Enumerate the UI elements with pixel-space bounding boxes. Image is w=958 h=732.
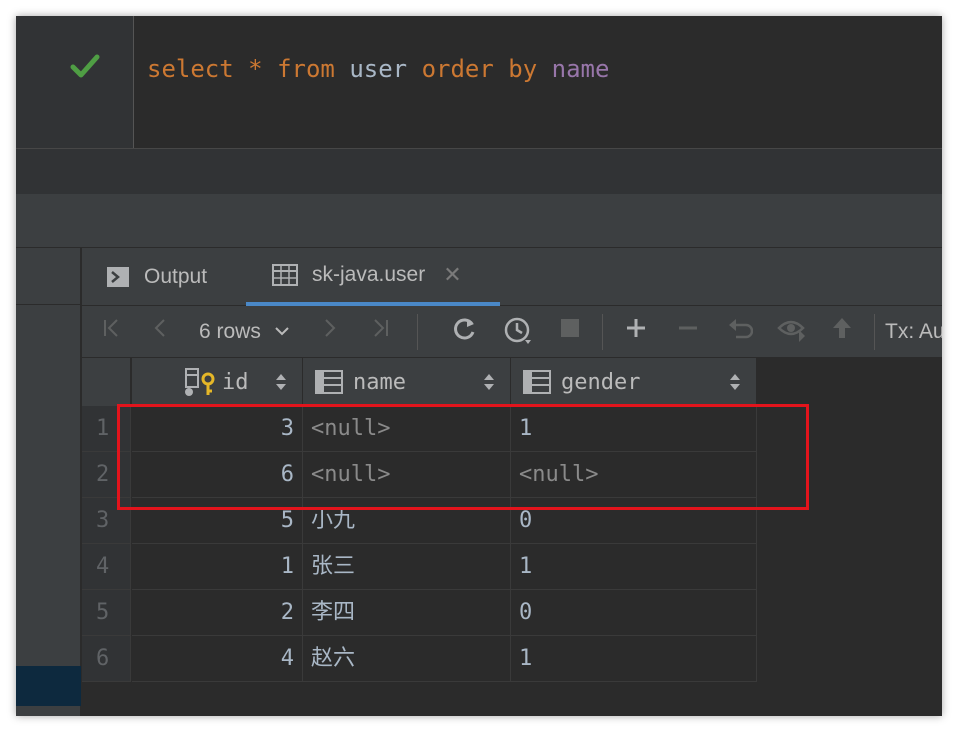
transaction-mode-dropdown[interactable]: Tx: Au (885, 316, 942, 348)
column-header-name[interactable]: name (303, 358, 511, 406)
first-page-icon (104, 319, 118, 337)
stop-icon (561, 319, 579, 337)
editor-bottom-bar (16, 148, 942, 194)
column-header-label: name (353, 369, 406, 395)
sql-query-line[interactable]: select * from user order by name (147, 52, 609, 86)
row-number: 4 (82, 544, 131, 590)
previous-page-button[interactable] (146, 316, 176, 348)
row-number: 6 (82, 636, 131, 682)
clock-icon (504, 317, 531, 344)
chevron-down-icon (274, 327, 289, 336)
sql-token: select (147, 55, 234, 83)
tab-sk-java-user[interactable]: sk-java.user ✕ (246, 248, 500, 306)
sort-icon (730, 374, 740, 390)
tab-output-label: Output (144, 265, 208, 288)
grid-corner[interactable] (82, 358, 131, 406)
primary-key-column-icon (185, 368, 215, 396)
minus-icon (679, 326, 697, 330)
tab-output[interactable]: Output (106, 248, 207, 306)
delete-row-button[interactable] (672, 316, 704, 348)
cell-name[interactable]: 李四 (303, 590, 511, 636)
arrow-up-icon (833, 318, 851, 338)
table-icon (272, 264, 298, 286)
chevron-right-icon (325, 319, 336, 337)
cell-gender[interactable]: 1 (511, 544, 757, 590)
divider (16, 304, 81, 305)
check-icon (70, 54, 100, 78)
chevron-left-icon (154, 319, 165, 337)
sql-token: user (349, 55, 408, 83)
tab-result-label: sk-java.user (312, 263, 426, 286)
column-icon (523, 370, 551, 394)
revert-button[interactable] (724, 316, 756, 348)
row-number: 5 (82, 590, 131, 636)
refresh-icon (454, 318, 475, 340)
add-row-button[interactable] (620, 316, 652, 348)
column-header-label: id (222, 369, 249, 395)
close-icon[interactable]: ✕ (443, 262, 461, 288)
reload-button[interactable] (448, 316, 482, 348)
submit-button[interactable] (826, 316, 858, 348)
toolbar-separator (417, 314, 418, 350)
eye-icon (777, 320, 805, 342)
column-header-id[interactable]: id (132, 358, 303, 406)
view-changes-button[interactable] (774, 316, 810, 348)
services-panel-strip (16, 194, 942, 248)
selected-tree-item[interactable] (16, 666, 81, 706)
annotation-highlight-box (117, 404, 809, 510)
results-toolbar: 6 rows Tx: Au (82, 306, 942, 358)
rows-count: 6 rows (199, 320, 261, 343)
ide-window: select * from user order by name Output (16, 16, 942, 716)
editor-gutter (16, 16, 134, 148)
sql-token: by (508, 55, 538, 83)
sort-icon (484, 374, 494, 390)
sort-icon (276, 374, 286, 390)
last-page-button[interactable] (364, 316, 396, 348)
plus-icon (627, 319, 645, 337)
results-tabbar: Output sk-java.user ✕ (82, 248, 942, 306)
services-tree (16, 248, 81, 716)
column-header-label: gender (561, 369, 641, 395)
sql-token: from (277, 55, 335, 83)
next-page-button[interactable] (314, 316, 344, 348)
sql-token: name (551, 55, 610, 83)
sql-token: order (421, 55, 494, 83)
toolbar-separator (602, 314, 603, 350)
cell-id[interactable]: 4 (132, 636, 303, 682)
sql-editor[interactable]: select * from user order by name (16, 16, 942, 148)
cell-gender[interactable]: 1 (511, 636, 757, 682)
toolbar-separator (874, 314, 875, 350)
sql-token: * (248, 55, 263, 83)
stop-button[interactable] (556, 316, 584, 348)
cell-gender[interactable]: 0 (511, 590, 757, 636)
undo-icon (729, 319, 754, 339)
column-header-gender[interactable]: gender (511, 358, 757, 406)
cell-name[interactable]: 张三 (303, 544, 511, 590)
history-button[interactable] (500, 316, 536, 348)
cell-id[interactable]: 2 (132, 590, 303, 636)
cell-name[interactable]: 赵六 (303, 636, 511, 682)
page-size-dropdown[interactable]: 6 rows (199, 316, 291, 348)
last-page-icon (374, 319, 388, 337)
console-icon (107, 267, 129, 287)
cell-id[interactable]: 1 (132, 544, 303, 590)
column-icon (315, 370, 343, 394)
first-page-button[interactable] (96, 316, 128, 348)
